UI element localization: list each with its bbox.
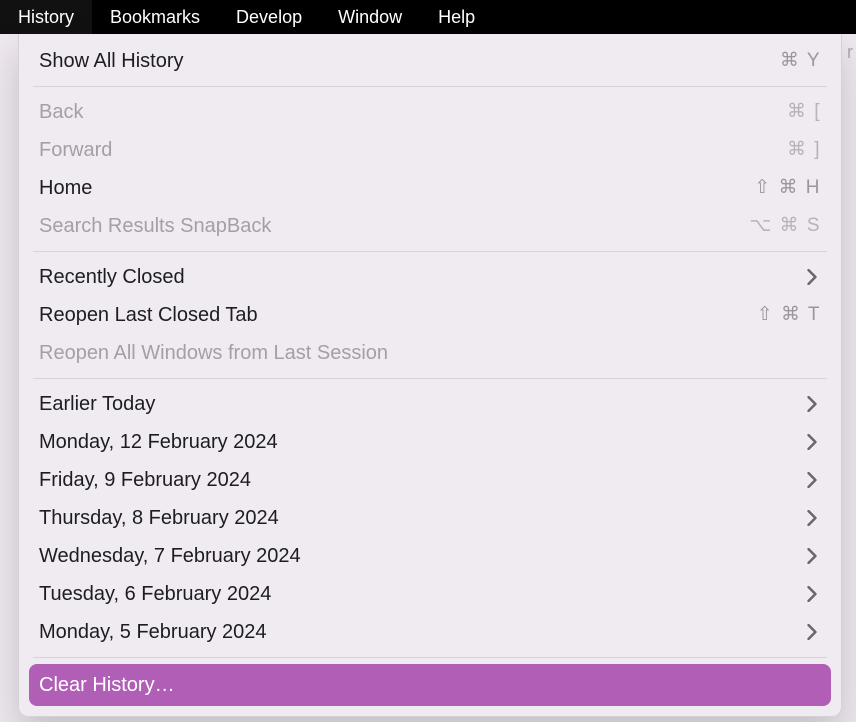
menubar-item-develop[interactable]: Develop — [218, 0, 320, 34]
menu-separator — [33, 657, 827, 658]
menu-history-day[interactable]: Monday, 12 February 2024 — [19, 423, 841, 461]
menubar-label: Develop — [236, 7, 302, 28]
menu-reopen-last-closed-tab[interactable]: Reopen Last Closed Tab ⇧ ⌘ T — [19, 296, 841, 334]
menu-history-day[interactable]: Wednesday, 7 February 2024 — [19, 537, 841, 575]
menu-shortcut: ⌥ ⌘ S — [749, 212, 821, 240]
menu-label: Thursday, 8 February 2024 — [39, 504, 279, 532]
menubar-item-history[interactable]: History — [0, 0, 92, 34]
menubar-item-window[interactable]: Window — [320, 0, 420, 34]
menubar-label: Window — [338, 7, 402, 28]
menu-label: Wednesday, 7 February 2024 — [39, 542, 301, 570]
menu-label: Recently Closed — [39, 263, 185, 291]
menubar-label: History — [18, 7, 74, 28]
menu-label: Clear History… — [39, 671, 175, 699]
background-truncated-text: r — [844, 34, 856, 70]
menu-reopen-all-windows: Reopen All Windows from Last Session — [19, 334, 841, 372]
menu-label: Home — [39, 174, 92, 202]
menu-separator — [33, 86, 827, 87]
chevron-right-icon — [803, 624, 821, 640]
menu-label: Reopen All Windows from Last Session — [39, 339, 388, 367]
chevron-right-icon — [803, 548, 821, 564]
menu-label: Show All History — [39, 47, 184, 75]
menu-shortcut: ⌘ [ — [787, 98, 821, 126]
menubar-label: Help — [438, 7, 475, 28]
chevron-right-icon — [803, 510, 821, 526]
menu-label: Earlier Today — [39, 390, 155, 418]
history-dropdown: Show All History ⌘ Y Back ⌘ [ Forward ⌘ … — [18, 34, 842, 717]
menu-history-earlier-today[interactable]: Earlier Today — [19, 385, 841, 423]
menu-separator — [33, 251, 827, 252]
menu-clear-history[interactable]: Clear History… — [29, 664, 831, 706]
menu-history-day[interactable]: Thursday, 8 February 2024 — [19, 499, 841, 537]
menubar-item-bookmarks[interactable]: Bookmarks — [92, 0, 218, 34]
menubar: History Bookmarks Develop Window Help — [0, 0, 856, 34]
menu-label: Friday, 9 February 2024 — [39, 466, 251, 494]
menu-label: Back — [39, 98, 83, 126]
chevron-right-icon — [803, 472, 821, 488]
menu-home[interactable]: Home ⇧ ⌘ H — [19, 169, 841, 207]
chevron-right-icon — [803, 434, 821, 450]
menu-shortcut: ⇧ ⌘ H — [754, 174, 821, 202]
menu-history-day[interactable]: Monday, 5 February 2024 — [19, 613, 841, 651]
menu-shortcut: ⌘ Y — [780, 47, 821, 75]
menu-shortcut: ⌘ ] — [787, 136, 821, 164]
menu-label: Tuesday, 6 February 2024 — [39, 580, 271, 608]
chevron-right-icon — [803, 586, 821, 602]
menu-label: Monday, 5 February 2024 — [39, 618, 267, 646]
menu-label: Search Results SnapBack — [39, 212, 271, 240]
chevron-right-icon — [803, 396, 821, 412]
menu-back: Back ⌘ [ — [19, 93, 841, 131]
menu-label: Forward — [39, 136, 112, 164]
menu-forward: Forward ⌘ ] — [19, 131, 841, 169]
menubar-item-help[interactable]: Help — [420, 0, 493, 34]
menu-separator — [33, 378, 827, 379]
menubar-label: Bookmarks — [110, 7, 200, 28]
menu-label: Monday, 12 February 2024 — [39, 428, 278, 456]
menu-label: Reopen Last Closed Tab — [39, 301, 258, 329]
menu-show-all-history[interactable]: Show All History ⌘ Y — [19, 42, 841, 80]
menu-history-day[interactable]: Tuesday, 6 February 2024 — [19, 575, 841, 613]
chevron-right-icon — [803, 269, 821, 285]
menu-search-snapback: Search Results SnapBack ⌥ ⌘ S — [19, 207, 841, 245]
menu-shortcut: ⇧ ⌘ T — [757, 301, 821, 329]
menu-recently-closed[interactable]: Recently Closed — [19, 258, 841, 296]
menu-history-day[interactable]: Friday, 9 February 2024 — [19, 461, 841, 499]
